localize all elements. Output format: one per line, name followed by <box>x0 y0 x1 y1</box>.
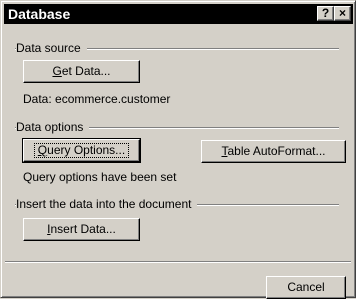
insert-data-label: nsert Data... <box>50 222 116 236</box>
help-button[interactable]: ? <box>317 6 334 21</box>
focus-rect: Query Options... <box>33 143 130 158</box>
cancel-button[interactable]: Cancel <box>266 276 346 299</box>
close-button[interactable]: × <box>334 6 351 21</box>
database-dialog: Database ? × Data source Get Data... Dat… <box>0 0 356 299</box>
insert-group-label: Insert the data into the document <box>16 197 198 211</box>
query-options-accel: Q <box>37 143 48 157</box>
get-data-button[interactable]: Get Data... <box>23 60 140 83</box>
cancel-label: Cancel <box>287 280 325 294</box>
help-icon: ? <box>321 6 330 20</box>
data-options-status: Query options have been set <box>23 170 177 184</box>
insert-data-button[interactable]: Insert Data... <box>23 218 140 241</box>
data-source-status: Data: ecommerce.customer <box>23 92 171 106</box>
query-options-label: uery Options... <box>47 143 126 157</box>
title-bar: Database ? × <box>4 4 353 24</box>
get-data-accel: G <box>52 64 62 78</box>
data-source-label: Data source <box>16 41 87 55</box>
data-options-label: Data options <box>16 120 90 134</box>
get-data-label: et Data... <box>61 64 111 78</box>
table-autoformat-button[interactable]: Table AutoFormat... <box>201 140 346 163</box>
close-icon: × <box>338 6 346 20</box>
footer-divider <box>5 261 351 263</box>
dialog-title: Database <box>8 6 71 22</box>
table-autoformat-label: able AutoFormat... <box>227 144 326 158</box>
query-options-button[interactable]: Query Options... <box>22 138 141 163</box>
